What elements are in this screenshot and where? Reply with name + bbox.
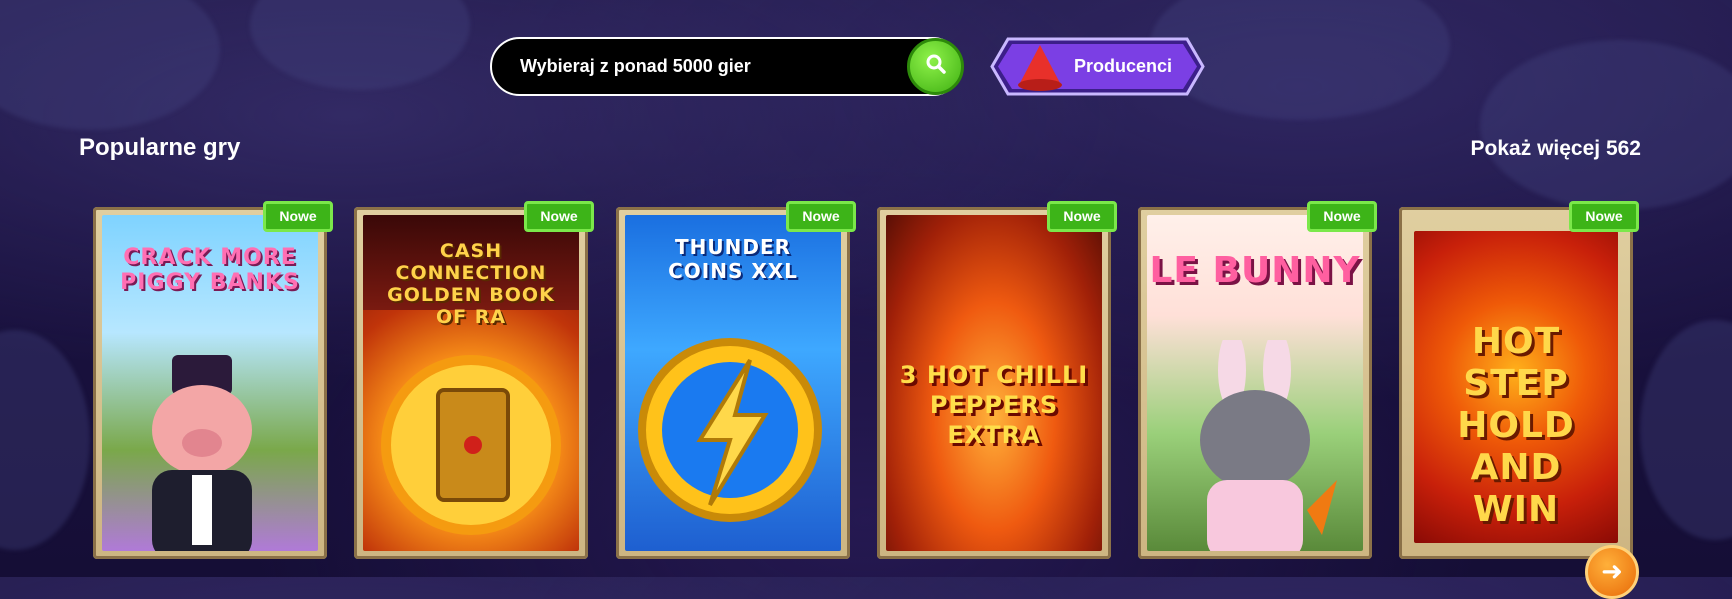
game-card[interactable]: THUNDER COINS XXL (616, 207, 850, 559)
game-card[interactable]: 3 HOT CHILLI PEPPERS EXTRA (877, 207, 1111, 559)
section-title: Popularne gry (79, 134, 241, 161)
background-foliage (1480, 40, 1732, 210)
background-foliage (0, 0, 220, 130)
new-badge: Nowe (786, 201, 856, 232)
game-title: LE BUNNY (1149, 250, 1361, 291)
new-badge: Nowe (524, 201, 594, 232)
game-card[interactable]: CRACK MORE PIGGY BANKS (93, 207, 327, 559)
new-badge: Nowe (1569, 201, 1639, 232)
background-foliage (0, 330, 90, 550)
providers-button[interactable]: Producenci (990, 37, 1205, 96)
search-input[interactable]: Wybieraj z ponad 5000 gier (490, 37, 964, 96)
providers-label: Producenci (1074, 56, 1173, 76)
golden-book-image (381, 355, 561, 535)
game-title: 3 HOT CHILLI PEPPERS EXTRA (899, 361, 1089, 449)
bunny-character-image (1200, 340, 1337, 551)
new-badge: Nowe (263, 201, 333, 232)
next-button[interactable]: ➜ (1585, 545, 1639, 599)
search-button[interactable] (907, 38, 964, 95)
game-title: THUNDER COINS XXL (668, 235, 798, 283)
lightning-coin-image (638, 338, 822, 522)
search-icon (925, 53, 947, 80)
search-placeholder: Wybieraj z ponad 5000 gier (520, 56, 751, 76)
game-card[interactable]: HOT STEP HOLD AND WIN (1399, 207, 1633, 559)
game-title: CRACK MORE PIGGY BANKS (120, 245, 300, 295)
game-title: CASH CONNECTION GOLDEN BOOK OF RA (387, 240, 555, 328)
game-card[interactable]: CASH CONNECTION GOLDEN BOOK OF RA (354, 207, 588, 559)
game-title: HOT STEP HOLD AND WIN (1457, 321, 1575, 530)
new-badge: Nowe (1047, 201, 1117, 232)
show-more-link[interactable]: Pokaż więcej 562 (1471, 137, 1641, 161)
new-badge: Nowe (1307, 201, 1377, 232)
pig-character-image (152, 355, 252, 551)
game-card[interactable]: LE BUNNY (1138, 207, 1372, 559)
background-foliage (1640, 320, 1732, 540)
arrow-right-icon: ➜ (1601, 556, 1623, 586)
cone-icon (1014, 43, 1066, 98)
background-foliage (250, 0, 470, 90)
